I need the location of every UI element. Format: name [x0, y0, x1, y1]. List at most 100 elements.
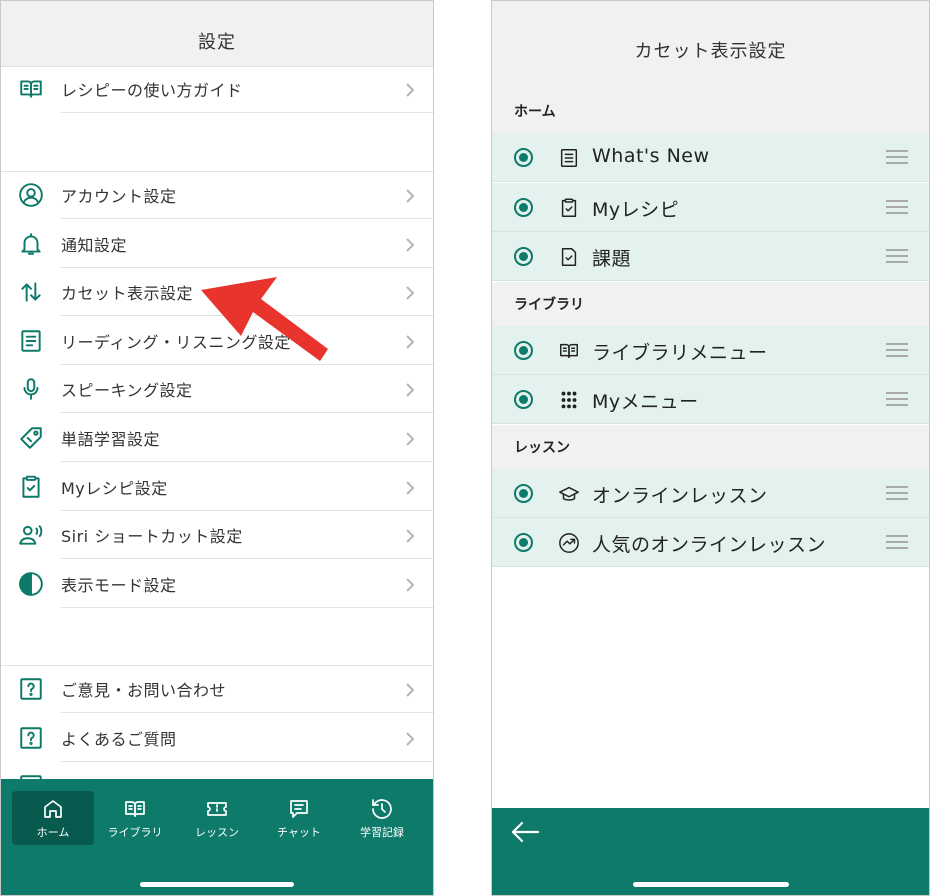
tag-icon	[18, 425, 44, 451]
book-icon	[558, 340, 580, 362]
radio-selected[interactable]	[514, 533, 533, 552]
tab-library[interactable]: ライブラリ	[94, 791, 176, 845]
drag-handle-icon[interactable]	[886, 199, 908, 214]
radio-selected[interactable]	[514, 247, 533, 266]
settings-row-label: Siri ショートカット設定	[61, 527, 243, 547]
bell-icon	[18, 231, 44, 257]
radio-selected[interactable]	[514, 483, 533, 503]
chevron-right-icon	[405, 188, 415, 203]
account-icon	[18, 182, 44, 208]
chevron-right-icon	[405, 82, 415, 97]
tab-label: ホーム	[36, 826, 70, 839]
list-doc-icon	[560, 149, 578, 167]
file-check-icon	[561, 248, 577, 266]
tab-history[interactable]: 学習記録	[341, 791, 423, 845]
row-divider	[61, 606, 433, 608]
question-icon	[18, 725, 44, 751]
home-indicator	[632, 882, 789, 887]
clipboard-check-icon	[558, 197, 580, 219]
drag-handle-icon[interactable]	[886, 485, 908, 500]
cassette-item-label: オンラインレッスン	[592, 484, 768, 507]
section-title: ホーム	[514, 104, 556, 120]
ticket-icon	[207, 802, 227, 816]
trend-icon	[558, 532, 580, 554]
cassette-item[interactable]: 人気のオンラインレッスン	[492, 518, 929, 567]
settings-row[interactable]: Myレシピ設定	[1, 463, 433, 511]
microphone-icon	[23, 378, 39, 401]
chevron-right-icon	[405, 382, 415, 398]
cassette-item-label: ライブラリメニュー	[592, 341, 768, 364]
tab-label: レッスン	[195, 826, 239, 839]
settings-row[interactable]: Siri ショートカット設定	[1, 511, 433, 560]
question-icon	[20, 678, 42, 700]
question-icon	[20, 726, 42, 749]
document-icon	[18, 328, 44, 354]
tab-bar: ホーム ライブラリ レッスン チャット 学習記録	[1, 779, 433, 895]
drag-handle-icon[interactable]	[886, 249, 908, 263]
settings-navbar: 設定	[1, 1, 433, 67]
book-icon	[18, 76, 44, 102]
tab-label: ライブラリ	[107, 826, 163, 839]
cassette-item-label: Myメニュー	[592, 391, 699, 413]
settings-row[interactable]: 表示モード設定	[1, 560, 433, 608]
cassette-navbar: カセット表示設定	[492, 1, 929, 91]
cassette-item-label: Myレシピ	[592, 198, 680, 221]
drag-handle-icon[interactable]	[886, 342, 908, 357]
row-divider	[61, 112, 433, 113]
file-check-icon	[558, 246, 580, 268]
red-arrow-annotation	[201, 277, 328, 361]
drag-handle-icon[interactable]	[886, 392, 908, 406]
clipboard-check-icon	[18, 474, 44, 500]
cassette-item[interactable]: 課題	[492, 232, 929, 281]
settings-row-label: スピーキング設定	[61, 381, 193, 401]
section-title: レッスン	[514, 439, 570, 456]
settings-row[interactable]: スピーキング設定	[1, 365, 433, 414]
drag-handle-icon[interactable]	[886, 150, 908, 164]
cassette-item[interactable]: ライブラリメニュー	[492, 325, 929, 375]
settings-row[interactable]: アカウント設定	[1, 171, 433, 219]
list-doc-icon	[558, 147, 580, 169]
settings-row[interactable]: よくあるご質問	[1, 714, 433, 762]
page-title: 設定	[198, 31, 236, 53]
cassette-item[interactable]: Myレシピ	[492, 182, 929, 232]
radio-selected[interactable]	[514, 197, 533, 217]
chevron-right-icon	[405, 431, 415, 446]
chevron-right-icon	[405, 731, 415, 746]
settings-row-label: よくあるご質問	[61, 729, 177, 749]
radio-selected[interactable]	[514, 390, 533, 409]
drag-handle-icon[interactable]	[886, 535, 908, 549]
tab-lesson[interactable]: レッスン	[176, 791, 258, 845]
radio-selected[interactable]	[514, 148, 533, 167]
tab-label: 学習記録	[360, 826, 404, 839]
settings-row[interactable]: ご意見・お問い合わせ	[1, 665, 433, 713]
bottom-bar	[492, 808, 929, 895]
settings-row[interactable]: 通知設定	[1, 220, 433, 268]
chevron-right-icon	[405, 480, 415, 495]
tab-home[interactable]: ホーム	[12, 791, 94, 845]
settings-row-label: レシピーの使い方ガイド	[61, 81, 243, 100]
sort-arrows-icon	[21, 282, 41, 302]
book-icon	[20, 80, 42, 98]
page-title: カセット表示設定	[634, 40, 787, 62]
settings-row-label: 表示モード設定	[61, 575, 177, 595]
settings-row-label: カセット表示設定	[61, 284, 194, 304]
voice-user-icon	[18, 522, 44, 548]
settings-row[interactable]: レシピーの使い方ガイド	[1, 65, 433, 113]
cassette-item[interactable]: What's New	[492, 133, 929, 182]
chevron-right-icon	[405, 528, 415, 543]
cassette-item[interactable]: Myメニュー	[492, 375, 929, 424]
back-button[interactable]	[510, 820, 540, 844]
cassette-item[interactable]: オンラインレッスン	[492, 468, 929, 518]
section-title: ライブラリ	[514, 296, 584, 313]
account-icon	[19, 183, 43, 207]
chat-icon	[290, 800, 308, 818]
home-indicator	[140, 882, 294, 887]
trend-icon	[559, 533, 579, 553]
radio-selected[interactable]	[514, 340, 533, 360]
history-icon	[372, 799, 392, 819]
graduation-cap-icon	[558, 483, 580, 505]
chevron-right-icon	[405, 682, 415, 697]
book-icon	[560, 343, 578, 358]
settings-row[interactable]: 単語学習設定	[1, 414, 433, 462]
tab-chat[interactable]: チャット	[258, 791, 340, 845]
